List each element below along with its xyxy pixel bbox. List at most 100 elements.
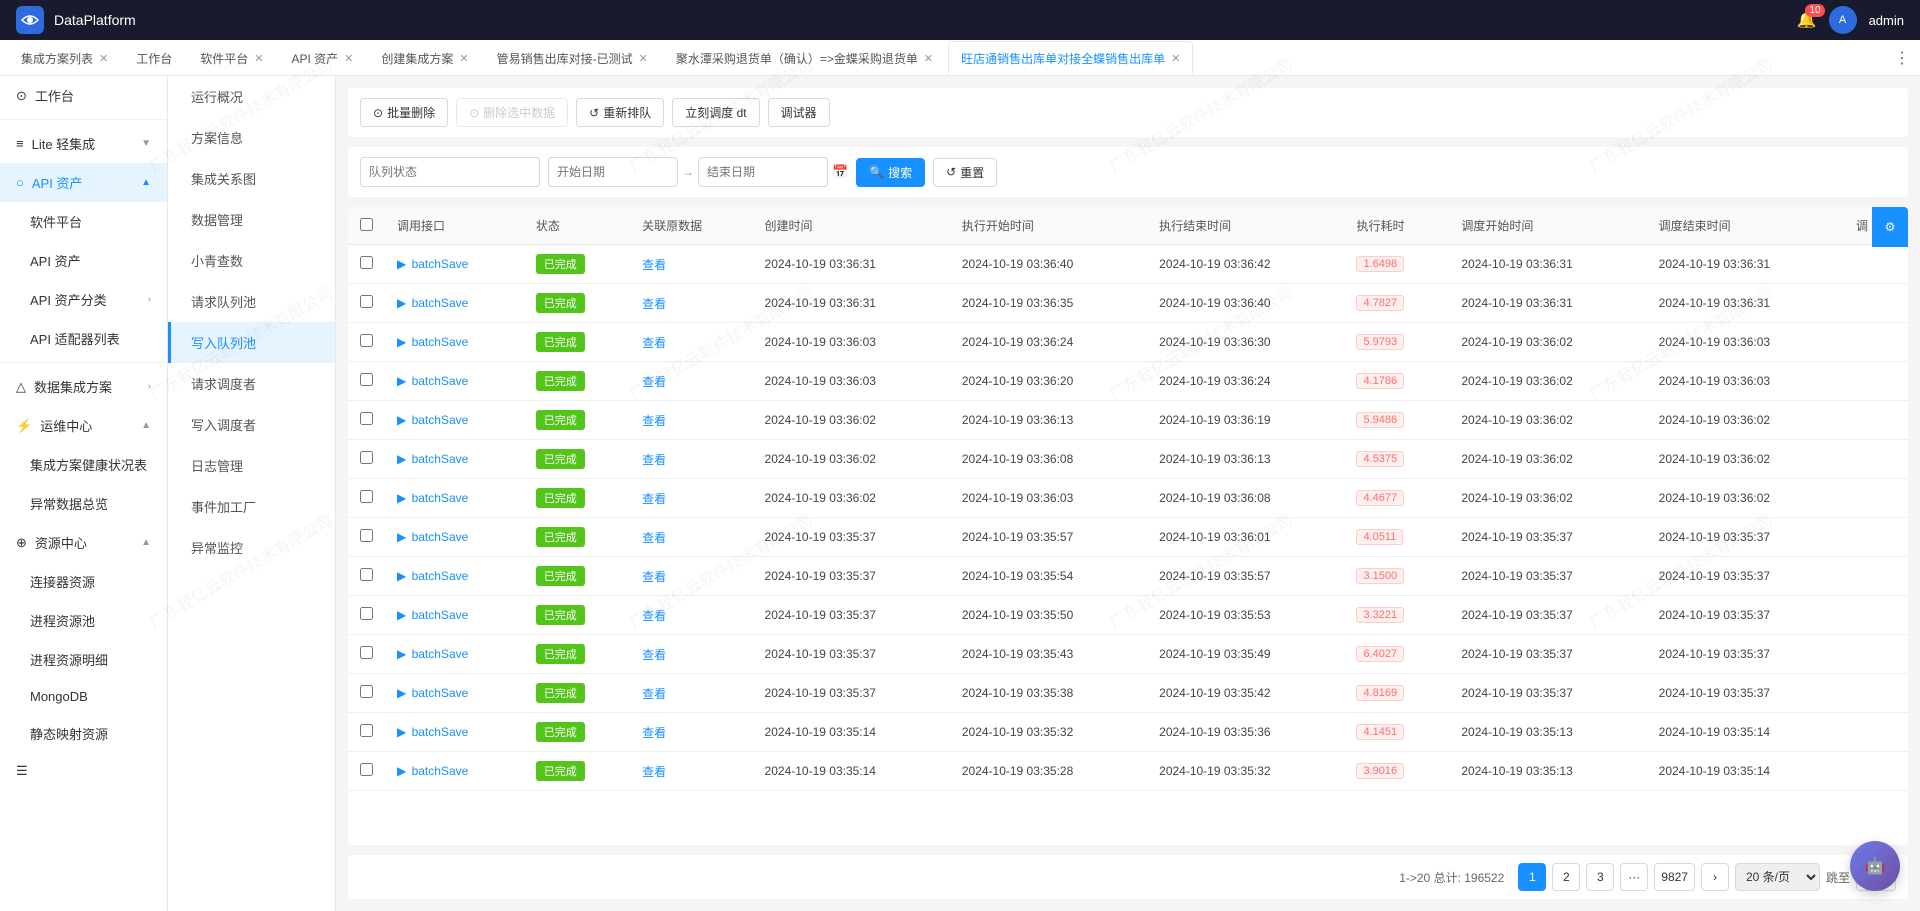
api-link[interactable]: batchSave [412,374,469,388]
sidebar-item-collapse[interactable]: ☰ [0,753,167,789]
row-checkbox[interactable] [360,763,373,776]
sidebar-item-exception-data[interactable]: 异常数据总览 [0,484,167,523]
row-checkbox[interactable] [360,490,373,503]
tab-sales-warehouse[interactable]: 管易销售出库对接-已测试 ✕ [484,41,661,75]
raw-data-link[interactable]: 查看 [642,648,666,662]
raw-data-link[interactable]: 查看 [642,414,666,428]
tab-procurement-return[interactable]: 聚水潭采购退货单（确认）=>金蝶采购退货单 ✕ [663,41,946,75]
table-settings-button[interactable]: ⚙ [1872,207,1908,247]
row-checkbox[interactable] [360,451,373,464]
api-link[interactable]: batchSave [412,413,469,427]
left-panel-exception-monitor[interactable]: 异常监控 [168,527,335,568]
raw-data-link[interactable]: 查看 [642,375,666,389]
reset-button[interactable]: ↺ 重置 [933,158,997,187]
tab-close-icon[interactable]: ✕ [639,52,648,65]
left-panel-event-factory[interactable]: 事件加工厂 [168,486,335,527]
api-link[interactable]: batchSave [412,569,469,583]
api-link[interactable]: batchSave [412,764,469,778]
tab-close-icon[interactable]: ✕ [924,52,933,65]
left-panel-request-scheduler[interactable]: 请求调度者 [168,363,335,404]
left-panel-integration-diagram[interactable]: 集成关系图 [168,158,335,199]
sidebar-item-api-classification[interactable]: API 资产分类 › [0,280,167,319]
next-page-button[interactable]: › [1701,863,1729,891]
sidebar-item-operations[interactable]: ⚡ 运维中心 ▲ [0,406,167,445]
end-date-input[interactable] [698,157,828,187]
page-btn-1[interactable]: 1 [1518,863,1546,891]
raw-data-link[interactable]: 查看 [642,531,666,545]
sidebar-item-resource-center[interactable]: ⊕ 资源中心 ▲ [0,523,167,562]
raw-data-link[interactable]: 查看 [642,297,666,311]
row-checkbox[interactable] [360,529,373,542]
api-link[interactable]: batchSave [412,257,469,271]
raw-data-link[interactable]: 查看 [642,336,666,350]
page-btn-last[interactable]: 9827 [1654,863,1695,891]
api-link[interactable]: batchSave [412,686,469,700]
sidebar-item-api-assets[interactable]: API 资产 [0,241,167,280]
left-panel-log-mgmt[interactable]: 日志管理 [168,445,335,486]
raw-data-link[interactable]: 查看 [642,609,666,623]
left-panel-run-overview[interactable]: 运行概况 [168,76,335,117]
sidebar-item-connector[interactable]: 连接器资源 [0,562,167,601]
chat-assistant-button[interactable]: 🤖 [1850,841,1900,891]
left-panel-xiao-qing[interactable]: 小青查数 [168,240,335,281]
tab-close-icon[interactable]: ✕ [254,52,263,65]
row-checkbox[interactable] [360,256,373,269]
notification-bell[interactable]: 🔔 10 [1797,10,1817,30]
tab-close-icon[interactable]: ✕ [459,52,468,65]
tab-create-integration[interactable]: 创建集成方案 ✕ [368,41,481,75]
sidebar-item-workbench[interactable]: ⊙ 工作台 [0,76,167,115]
row-checkbox[interactable] [360,568,373,581]
left-panel-write-scheduler[interactable]: 写入调度者 [168,404,335,445]
row-checkbox[interactable] [360,334,373,347]
sidebar-item-process-detail[interactable]: 进程资源明细 [0,640,167,679]
raw-data-link[interactable]: 查看 [642,258,666,272]
sidebar-item-lite-integration[interactable]: ≡ Lite 轻集成 ▼ [0,124,167,163]
page-size-select[interactable]: 20 条/页 50 条/页 100 条/页 [1735,863,1820,891]
row-checkbox[interactable] [360,724,373,737]
sidebar-item-mongodb[interactable]: MongoDB [0,679,167,714]
raw-data-link[interactable]: 查看 [642,726,666,740]
tab-close-icon[interactable]: ✕ [1171,52,1180,65]
row-checkbox[interactable] [360,607,373,620]
raw-data-link[interactable]: 查看 [642,453,666,467]
api-link[interactable]: batchSave [412,491,469,505]
api-link[interactable]: batchSave [412,608,469,622]
avatar[interactable]: A [1829,6,1857,34]
queue-status-input[interactable] [360,157,540,187]
tab-close-icon[interactable]: ✕ [99,52,108,65]
left-panel-write-queue[interactable]: 写入队列池 [168,322,335,363]
api-link[interactable]: batchSave [412,647,469,661]
tab-more-icon[interactable]: ⋮ [1884,48,1920,68]
row-checkbox[interactable] [360,646,373,659]
tab-workbench[interactable]: 工作台 [123,41,185,75]
row-checkbox[interactable] [360,373,373,386]
sidebar-item-software-platform[interactable]: 软件平台 [0,202,167,241]
start-date-input[interactable] [548,157,678,187]
sidebar-item-integration-health[interactable]: 集成方案健康状况表 [0,445,167,484]
tab-wangdian-sales[interactable]: 旺店通销售出库单对接全蝶销售出库单 ✕ [948,41,1193,75]
tab-software-platform[interactable]: 软件平台 ✕ [187,41,276,75]
raw-data-link[interactable]: 查看 [642,570,666,584]
raw-data-link[interactable]: 查看 [642,765,666,779]
sidebar-item-api-resources[interactable]: ○ API 资产 ▲ [0,163,167,202]
tab-integration-list[interactable]: 集成方案列表 ✕ [8,41,121,75]
api-link[interactable]: batchSave [412,452,469,466]
sidebar-item-static-mapping[interactable]: 静态映射资源 [0,714,167,753]
left-panel-data-mgmt[interactable]: 数据管理 [168,199,335,240]
api-link[interactable]: batchSave [412,725,469,739]
sidebar-item-process-pool[interactable]: 进程资源池 [0,601,167,640]
sidebar-item-data-integration[interactable]: △ 数据集成方案 › [0,367,167,406]
page-btn-2[interactable]: 2 [1552,863,1580,891]
schedule-dt-button[interactable]: 立刻调度 dt [672,98,759,127]
row-checkbox[interactable] [360,295,373,308]
api-link[interactable]: batchSave [412,335,469,349]
sidebar-item-api-adapter[interactable]: API 适配器列表 [0,319,167,358]
resort-button[interactable]: ↺ 重新排队 [576,98,664,127]
select-all-checkbox[interactable] [360,218,373,231]
page-btn-3[interactable]: 3 [1586,863,1614,891]
row-checkbox[interactable] [360,412,373,425]
tab-api-resources[interactable]: API 资产 ✕ [278,41,366,75]
api-link[interactable]: batchSave [412,530,469,544]
api-link[interactable]: batchSave [412,296,469,310]
left-panel-request-queue[interactable]: 请求队列池 [168,281,335,322]
